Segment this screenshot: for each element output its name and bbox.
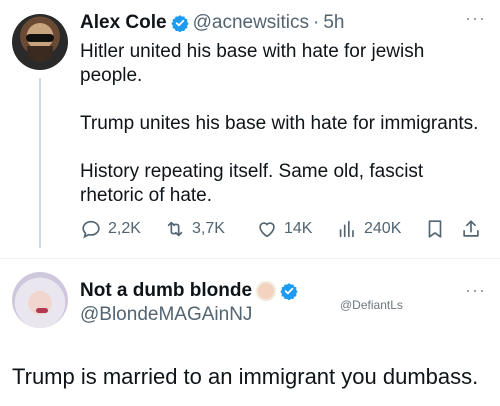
- like-button[interactable]: 14K: [256, 218, 312, 240]
- tweet1-separator: ·: [313, 12, 320, 33]
- tweet1-paragraph-3: History repeating itself. Same old, fasc…: [80, 161, 424, 206]
- tweet-divider: [0, 258, 500, 259]
- tweet2-handle[interactable]: @BlondeMAGAinNJ: [80, 304, 252, 326]
- tweet1-header: Alex Cole @acnewsitics · 5h: [80, 12, 345, 34]
- tweet1-timestamp[interactable]: 5h: [323, 12, 344, 34]
- reply-button[interactable]: 2,2K: [80, 218, 141, 240]
- tweet2-body: Trump is married to an immigrant you dum…: [12, 364, 479, 389]
- share-button[interactable]: [460, 218, 482, 240]
- avatar-not-a-dumb-blonde[interactable]: [12, 272, 68, 328]
- tweet1-handle[interactable]: @acnewsitics: [193, 12, 309, 34]
- tweet1-more-options-icon[interactable]: ···: [465, 8, 486, 29]
- watermark-text: @DefiantLs: [340, 298, 403, 312]
- avatar-lips: [36, 308, 48, 313]
- avatar-beard: [27, 46, 53, 62]
- tweet1-paragraph-2: Trump unites his base with hate for immi…: [80, 113, 479, 134]
- verified-badge-icon: [170, 15, 189, 32]
- thread-connector-line: [39, 78, 41, 248]
- reply-icon: [82, 220, 100, 239]
- repost-count: 3,7K: [192, 220, 225, 237]
- tweet1-display-name[interactable]: Alex Cole: [80, 12, 167, 34]
- reply-count: 2,2K: [108, 220, 141, 237]
- like-count: 14K: [284, 220, 313, 237]
- views-button[interactable]: 240K: [336, 218, 401, 240]
- views-count: 240K: [364, 220, 402, 237]
- tweet-thread: Alex Cole @acnewsitics · 5h ··· Hitler u…: [0, 0, 500, 406]
- tweet1-body: Hitler united his base with hate for jew…: [80, 40, 490, 208]
- tweet2-header: Not a dumb blonde: [80, 280, 298, 302]
- views-icon: [339, 220, 354, 238]
- bookmark-icon: [428, 220, 442, 238]
- like-icon: [259, 222, 275, 238]
- avatar-alex-cole[interactable]: [12, 14, 68, 70]
- repost-icon: [167, 221, 183, 237]
- tweet2-more-options-icon[interactable]: ···: [465, 280, 486, 301]
- share-icon: [463, 220, 479, 237]
- tweet1-paragraph-1: Hitler united his base with hate for jew…: [80, 41, 425, 86]
- blonde-woman-emoji-icon: [256, 281, 277, 301]
- avatar-sunglasses: [26, 34, 54, 42]
- verified-badge-icon: [280, 283, 298, 300]
- tweet1-action-bar: 2,2K 3,7K 14K 240K: [80, 218, 490, 244]
- repost-button[interactable]: 3,7K: [164, 218, 225, 240]
- bookmark-button[interactable]: [424, 218, 446, 240]
- tweet2-display-name[interactable]: Not a dumb blonde: [80, 280, 252, 302]
